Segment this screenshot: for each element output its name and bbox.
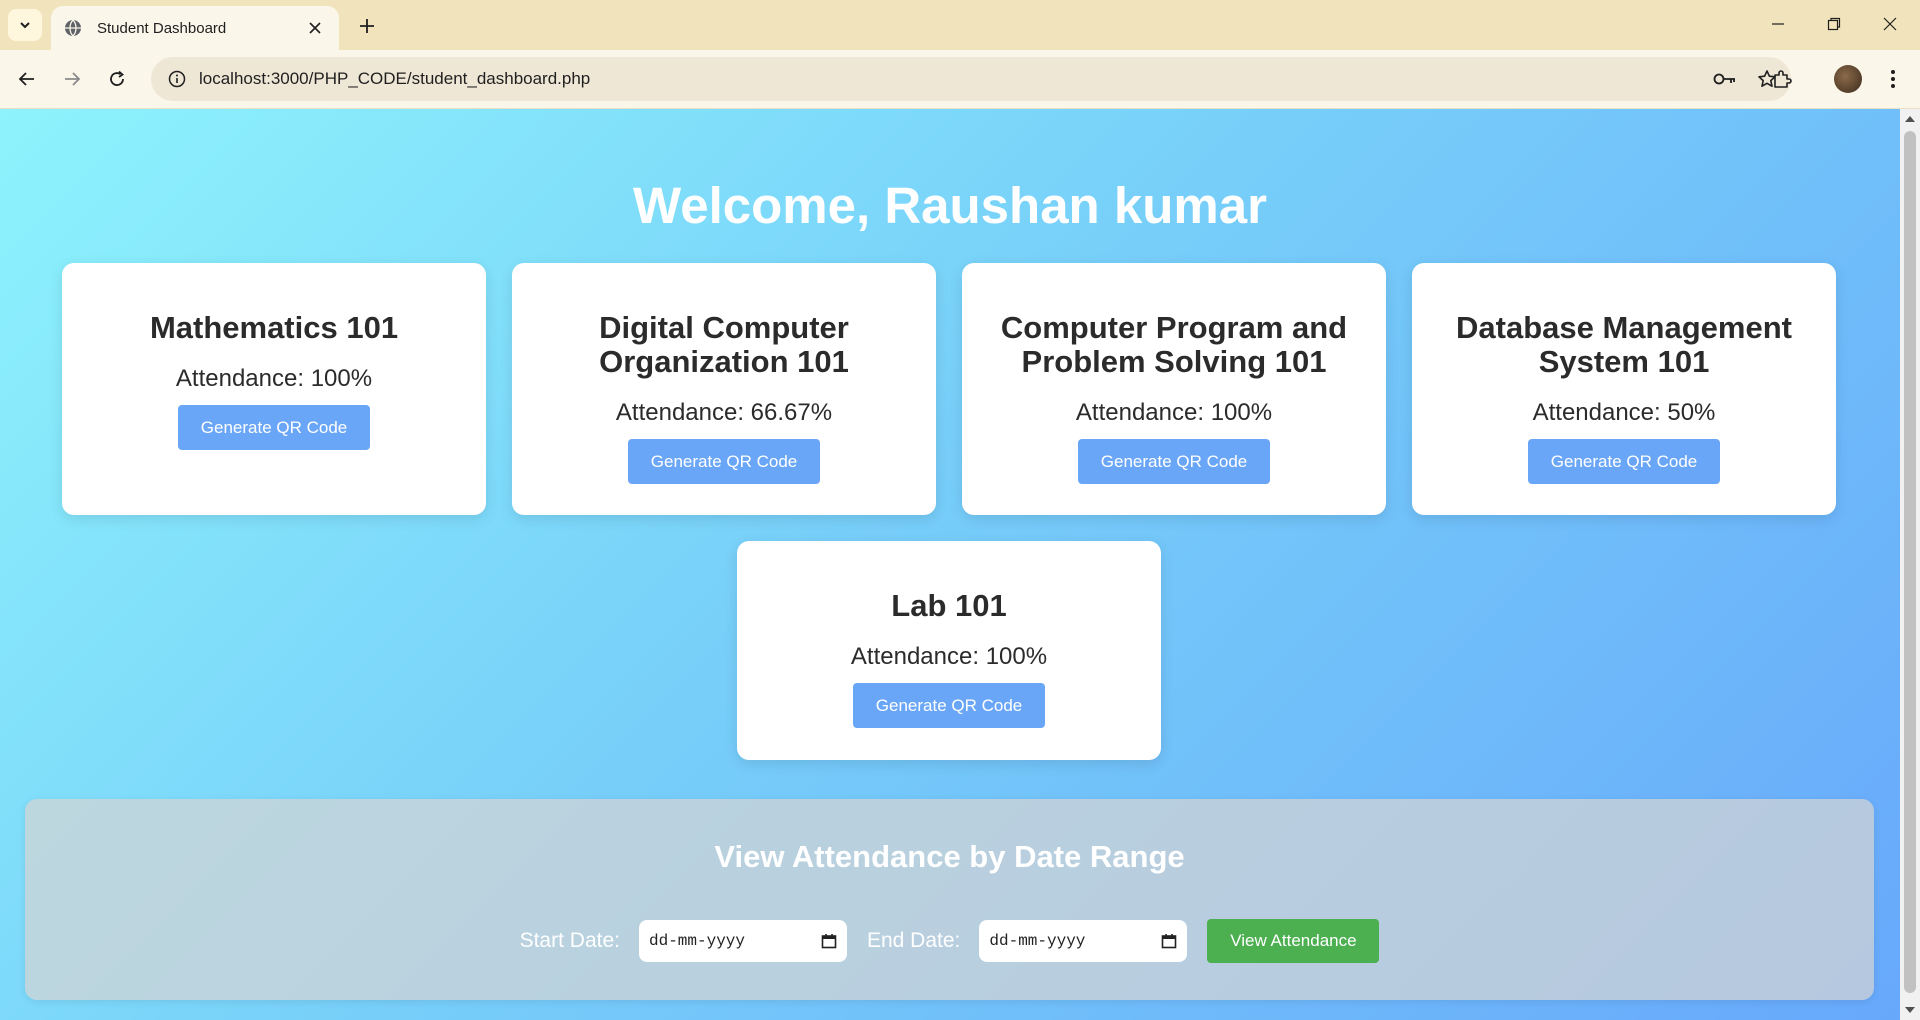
start-date-value: dd-mm-yyyy [648, 932, 745, 950]
puzzle-icon [1774, 70, 1792, 88]
scrollbar-thumb[interactable] [1904, 131, 1916, 993]
view-attendance-button[interactable]: View Attendance [1207, 919, 1380, 963]
course-card-computer-program: Computer Program and Problem Solving 101… [962, 263, 1386, 515]
reload-button[interactable] [101, 63, 133, 95]
attendance-text: Attendance: 66.67% [615, 399, 833, 426]
course-title: Mathematics 101 [149, 310, 399, 345]
course-title: Database Management System 101 [1456, 310, 1792, 379]
close-tab-icon[interactable] [303, 16, 327, 40]
back-button[interactable] [11, 63, 43, 95]
end-date-input[interactable]: dd-mm-yyyy [979, 920, 1188, 962]
globe-icon [63, 18, 83, 38]
address-bar[interactable]: localhost:3000/PHP_CODE/student_dashboar… [151, 57, 1791, 101]
reload-icon [110, 70, 124, 86]
browser-menu-button[interactable] [1877, 63, 1909, 95]
new-tab-button[interactable] [352, 11, 382, 41]
page-viewport: Welcome, Raushan kumar Mathematics 101 A… [0, 109, 1920, 1020]
restore-icon [1827, 17, 1841, 31]
scroll-up-arrow[interactable] [1905, 116, 1915, 122]
calendar-icon[interactable] [1161, 933, 1177, 949]
dashboard-page: Welcome, Raushan kumar Mathematics 101 A… [0, 109, 1900, 1020]
arrow-left-icon [18, 72, 34, 86]
date-range-title: View Attendance by Date Range [714, 839, 1185, 874]
page-scrollbar[interactable] [1900, 109, 1920, 1020]
active-tab[interactable]: Student Dashboard [51, 6, 339, 50]
browser-toolbar: localhost:3000/PHP_CODE/student_dashboar… [0, 50, 1920, 109]
tab-strip: Student Dashboard [0, 0, 1920, 50]
tab-search-button[interactable] [8, 9, 42, 41]
end-date-label: End Date: [866, 929, 961, 952]
plus-icon [360, 19, 374, 33]
arrow-right-icon [65, 72, 81, 86]
url-text[interactable]: localhost:3000/PHP_CODE/student_dashboar… [199, 69, 1707, 89]
site-info-icon[interactable] [159, 61, 195, 97]
start-date-label: Start Date: [519, 929, 620, 952]
password-key-icon[interactable] [1707, 61, 1743, 97]
chevron-down-icon [20, 22, 30, 29]
minimize-button[interactable] [1750, 0, 1806, 48]
attendance-text: Attendance: 100% [1075, 399, 1273, 426]
close-window-button[interactable] [1862, 0, 1918, 48]
extensions-button[interactable] [1766, 63, 1798, 95]
course-title: Lab 101 [891, 588, 1007, 623]
close-icon [1883, 17, 1897, 31]
generate-qr-button[interactable]: Generate QR Code [178, 405, 370, 450]
generate-qr-button[interactable]: Generate QR Code [853, 683, 1045, 728]
tab-title: Student Dashboard [97, 19, 227, 37]
calendar-icon[interactable] [821, 933, 837, 949]
course-title: Digital Computer Organization 101 [599, 310, 849, 379]
welcome-heading: Welcome, Raushan kumar [633, 177, 1267, 234]
end-date-value: dd-mm-yyyy [989, 932, 1086, 950]
generate-qr-button[interactable]: Generate QR Code [1528, 439, 1720, 484]
course-card-database-management: Database Management System 101 Attendanc… [1412, 263, 1836, 515]
attendance-text: Attendance: 50% [1532, 399, 1716, 426]
course-title: Computer Program and Problem Solving 101 [1000, 310, 1348, 379]
attendance-text: Attendance: 100% [175, 365, 373, 392]
more-vert-icon [1891, 70, 1895, 88]
course-card-digital-computer-organization: Digital Computer Organization 101 Attend… [512, 263, 936, 515]
forward-button[interactable] [56, 63, 88, 95]
profile-avatar[interactable] [1834, 65, 1862, 93]
attendance-text: Attendance: 100% [850, 643, 1048, 670]
generate-qr-button[interactable]: Generate QR Code [628, 439, 820, 484]
restore-button[interactable] [1806, 0, 1862, 48]
date-range-panel: View Attendance by Date Range Start Date… [25, 799, 1874, 1000]
course-card-mathematics: Mathematics 101 Attendance: 100% Generat… [62, 263, 486, 515]
start-date-input[interactable]: dd-mm-yyyy [638, 920, 847, 962]
scroll-down-arrow[interactable] [1905, 1007, 1915, 1013]
date-range-form: Start Date: dd-mm-yyyy End Date: dd-mm-y… [25, 919, 1874, 963]
minimize-icon [1772, 23, 1784, 25]
course-card-lab: Lab 101 Attendance: 100% Generate QR Cod… [737, 541, 1161, 760]
generate-qr-button[interactable]: Generate QR Code [1078, 439, 1270, 484]
